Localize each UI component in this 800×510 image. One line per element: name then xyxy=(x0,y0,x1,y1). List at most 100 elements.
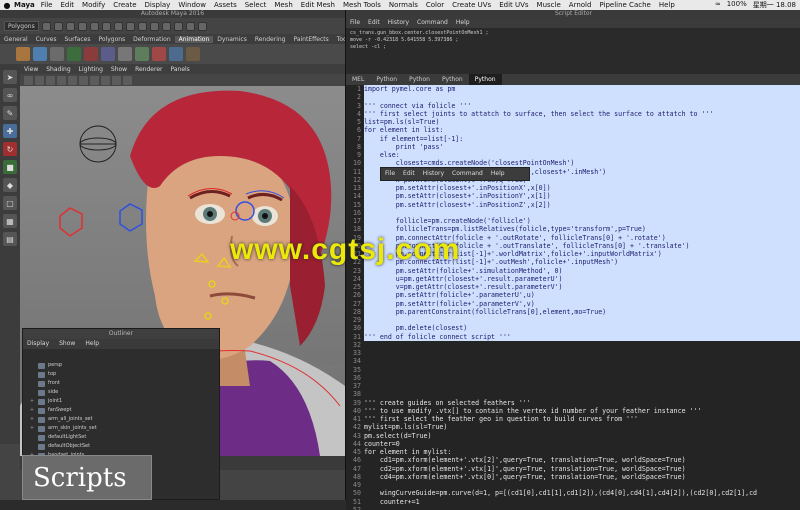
code-line[interactable]: 31 ''' end of folicle connect script ''' xyxy=(346,332,800,341)
outliner-item[interactable]: defaultLightSet xyxy=(23,433,219,442)
code-text[interactable]: ''' first select the feather geo in ques… xyxy=(364,415,800,423)
code-line[interactable]: 32 xyxy=(346,341,800,349)
menubar-item[interactable]: Modify xyxy=(82,1,105,9)
mode-select[interactable]: Polygons xyxy=(4,21,39,31)
textured-icon[interactable] xyxy=(79,75,88,85)
four-pane-icon[interactable]: ▦ xyxy=(3,214,17,228)
code-line[interactable]: 42 mylist=pm.ls(sl=True) xyxy=(346,423,800,431)
code-text[interactable]: pm.select(d=True) xyxy=(364,432,800,440)
code-text[interactable]: v=pm.getAttr(closest+'.result.parameterV… xyxy=(364,283,800,292)
code-text[interactable] xyxy=(364,316,800,325)
shelf-key-icon[interactable] xyxy=(16,47,30,61)
code-text[interactable]: ''' connect via folicle ''' xyxy=(364,101,800,110)
outliner-item[interactable]: + arm_skin_joints_set xyxy=(23,424,219,433)
outliner-menu-item[interactable]: Show xyxy=(59,339,75,349)
code-line[interactable]: 44 counter=0 xyxy=(346,440,800,448)
smooth-shade-icon[interactable] xyxy=(68,75,77,85)
code-text[interactable]: for element in mylist: xyxy=(364,448,800,456)
code-line[interactable]: 39 ''' create guides on selected feathers… xyxy=(346,399,800,407)
menubar-item[interactable]: Window xyxy=(178,1,206,9)
menubar-item[interactable]: Create xyxy=(113,1,136,9)
code-text[interactable]: pm.setAttr(closest+'.inPositionZ',x[2]) xyxy=(364,200,800,209)
menubar-item[interactable]: Help xyxy=(659,1,675,9)
script-editor-menu-item[interactable]: Edit xyxy=(368,18,380,28)
code-line[interactable]: 16 xyxy=(346,208,800,217)
outliner-item[interactable]: + joint1 xyxy=(23,397,219,406)
camera-icon[interactable] xyxy=(24,75,33,85)
menubar-item[interactable]: Muscle xyxy=(537,1,561,9)
code-line[interactable]: 38 xyxy=(346,390,800,398)
render-settings-icon[interactable] xyxy=(197,21,207,31)
popup-menu-item[interactable]: History xyxy=(423,168,444,180)
code-line[interactable]: 47 cd2=pm.xform(element+'.vtx[1]',query=… xyxy=(346,465,800,473)
code-line[interactable]: 28 pm.parentConstraint(follicleTrans[0],… xyxy=(346,307,800,316)
redo-icon[interactable] xyxy=(89,21,99,31)
snap-curve-icon[interactable] xyxy=(149,21,159,31)
script-editor-menu-item[interactable]: Help xyxy=(456,18,470,28)
code-text[interactable]: pm.setAttr(closest+'.inPositionX',x[0]) xyxy=(364,184,800,193)
code-text[interactable]: pm.setAttr(folicle+'.parameterV',v) xyxy=(364,299,800,308)
isolate-icon[interactable] xyxy=(112,75,121,85)
code-line[interactable]: 15 pm.setAttr(closest+'.inPositionZ',x[2… xyxy=(346,200,800,209)
code-text[interactable]: cd4=pm.xform(element+'.vtx[0]',query=Tru… xyxy=(364,473,800,481)
save-scene-icon[interactable] xyxy=(65,21,75,31)
code-text[interactable]: for element in list: xyxy=(364,126,800,135)
code-line[interactable]: 3 ''' connect via folicle ''' xyxy=(346,101,800,110)
code-text[interactable]: import pymel.core as pm xyxy=(364,85,800,94)
expand-toggle[interactable]: + xyxy=(29,415,35,424)
app-menu[interactable]: Maya xyxy=(14,1,35,9)
snap-grid-icon[interactable] xyxy=(137,21,147,31)
shelf-ghost-icon[interactable] xyxy=(118,47,132,61)
outliner-layout-icon[interactable]: ▤ xyxy=(3,232,17,246)
code-text[interactable]: ''' first select joints to attatch to su… xyxy=(364,109,800,118)
code-text[interactable] xyxy=(364,481,800,489)
code-text[interactable] xyxy=(364,506,800,510)
code-line[interactable]: 33 xyxy=(346,349,800,357)
grid-toggle-icon[interactable] xyxy=(46,75,55,85)
code-input[interactable]: 1 import pymel.core as pm 2 3 ''' connect vi… xyxy=(346,85,800,510)
code-line[interactable]: 8 print 'pass' xyxy=(346,142,800,151)
code-line[interactable]: 23 pm.setAttr(folicle+'.simulationMethod… xyxy=(346,266,800,275)
xray-icon[interactable] xyxy=(123,75,132,85)
code-line[interactable]: 2 xyxy=(346,93,800,102)
shelf-tab[interactable]: Polygons xyxy=(94,36,129,43)
menubar-item[interactable]: Edit UVs xyxy=(499,1,528,9)
code-text[interactable] xyxy=(364,366,800,374)
menubar-item[interactable]: Edit xyxy=(60,1,74,9)
single-pane-icon[interactable]: ▢ xyxy=(3,196,17,210)
script-editor-menu-item[interactable]: History xyxy=(388,18,409,28)
code-text[interactable]: ''' to use modify .vtx[] to contain the … xyxy=(364,407,800,415)
menubar-item[interactable]: Mesh Tools xyxy=(343,1,381,9)
code-text[interactable]: cd1=pm.xform(element+'.vtx[2]',query=Tru… xyxy=(364,456,800,464)
code-text[interactable] xyxy=(364,208,800,217)
script-tab[interactable]: MEL xyxy=(346,74,370,85)
expand-toggle[interactable]: + xyxy=(29,406,35,415)
select-hierarchy-icon[interactable] xyxy=(101,21,111,31)
panel-menu-item[interactable]: View xyxy=(24,66,38,73)
code-text[interactable] xyxy=(364,93,800,102)
last-tool-icon[interactable]: ◆ xyxy=(3,178,17,192)
control-hexagon-left[interactable] xyxy=(59,207,83,237)
shelf-tab[interactable]: Animation xyxy=(174,35,214,43)
outliner-item[interactable]: top xyxy=(23,370,219,379)
script-tab[interactable]: Python xyxy=(468,74,502,85)
menubar-item[interactable]: Edit Mesh xyxy=(301,1,335,9)
shelf-motionpath-icon[interactable] xyxy=(101,47,115,61)
code-text[interactable] xyxy=(364,357,800,365)
select-component-icon[interactable] xyxy=(125,21,135,31)
script-editor-menu-item[interactable]: Command xyxy=(417,18,448,28)
shelf-skin-icon[interactable] xyxy=(186,47,200,61)
expand-toggle[interactable]: + xyxy=(29,397,35,406)
menubar-item[interactable]: File xyxy=(41,1,53,9)
popup-menu-item[interactable]: File xyxy=(385,168,395,180)
code-text[interactable]: mylist=pm.ls(sl=True) xyxy=(364,423,800,431)
code-text[interactable] xyxy=(364,349,800,357)
clock-label[interactable]: 星期一 18.08 xyxy=(753,0,796,10)
code-text[interactable] xyxy=(364,382,800,390)
menubar-item[interactable]: Normals xyxy=(389,1,418,9)
code-text[interactable] xyxy=(364,341,800,349)
scale-tool-icon[interactable]: ■ xyxy=(3,160,17,174)
code-line[interactable]: 17 follicle=pm.createNode('follicle') xyxy=(346,217,800,226)
code-line[interactable]: 46 cd1=pm.xform(element+'.vtx[2]',query=… xyxy=(346,456,800,464)
code-line[interactable]: 40 ''' to use modify .vtx[] to contain th… xyxy=(346,407,800,415)
